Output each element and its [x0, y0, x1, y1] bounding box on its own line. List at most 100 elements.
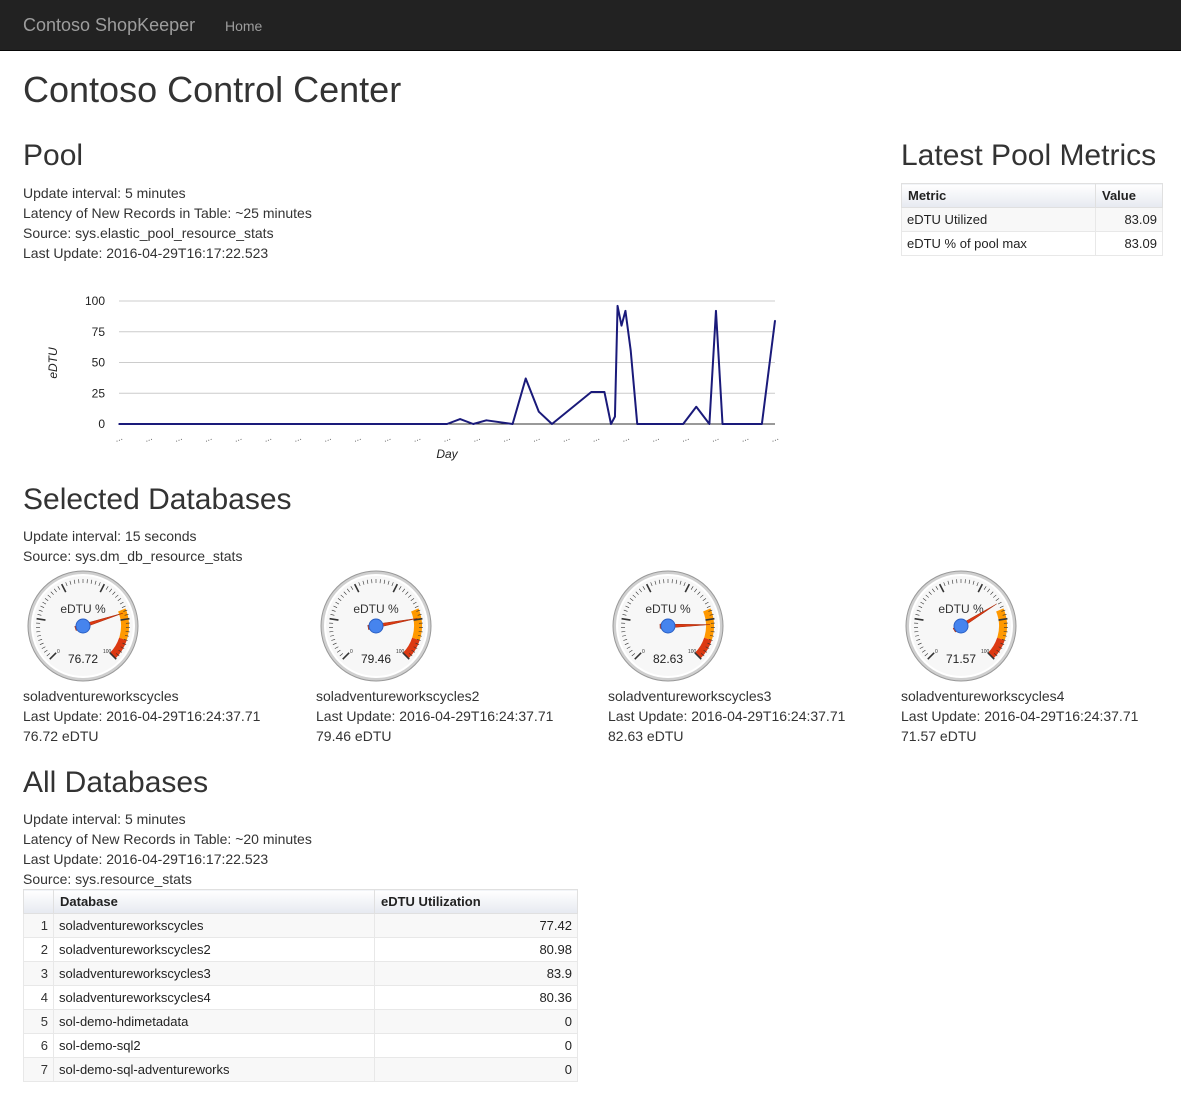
gauge-max-label: 100 — [103, 649, 112, 655]
navbar: Contoso ShopKeeper Home — [0, 0, 1181, 51]
selected-info-line: Source: sys.dm_db_resource_stats — [23, 548, 243, 564]
table-row[interactable]: 6 sol-demo-sql2 0 — [23, 1033, 578, 1058]
table-row[interactable]: 1 soladventureworkscycles 77.42 — [23, 913, 578, 938]
gauge-caption: soladventureworkscycles4 Last Update: 20… — [901, 686, 1181, 746]
column-header-edtu[interactable]: eDTU Utilization — [374, 889, 578, 914]
data-point — [524, 377, 527, 380]
selected-info-line: Update interval: 15 seconds — [23, 528, 197, 544]
pool-info-line: Last Update: 2016-04-29T16:17:22.523 — [23, 245, 269, 261]
edtu-cell: 77.42 — [374, 913, 578, 938]
latest-metrics-table: Metric Value eDTU Utilized 83.09 eDTU % … — [901, 183, 1163, 256]
x-tick-label: ... — [531, 432, 541, 444]
y-tick-label: 25 — [92, 386, 106, 400]
pool-info-line: Source: sys.elastic_pool_resource_stats — [23, 225, 274, 241]
data-point — [669, 423, 671, 425]
data-point — [643, 423, 645, 425]
column-header-index[interactable] — [23, 889, 54, 914]
data-point — [551, 423, 553, 425]
edtu-cell: 0 — [374, 1009, 578, 1034]
column-header-database[interactable]: Database — [53, 889, 375, 914]
data-point — [636, 423, 639, 425]
data-point — [761, 423, 763, 425]
data-point — [708, 423, 711, 425]
database-name-cell: sol-demo-hdimetadata — [53, 1009, 375, 1034]
data-point — [774, 319, 776, 322]
latest-metrics-heading: Latest Pool Metrics — [901, 139, 1157, 172]
row-index: 2 — [23, 937, 54, 962]
x-tick-label: ... — [262, 432, 272, 444]
all-info-line: Last Update: 2016-04-29T16:17:22.523 — [23, 851, 269, 867]
pool-info-line: Update interval: 5 minutes — [23, 185, 186, 201]
edtu-cell: 80.36 — [374, 985, 578, 1010]
y-tick-label: 0 — [98, 417, 105, 431]
series-line — [119, 304, 776, 425]
column-header-value[interactable]: Value — [1095, 183, 1163, 208]
gauge-value-label: 82.63 — [653, 652, 683, 666]
pool-heading: Pool — [23, 139, 84, 172]
table-header-row: Database eDTU Utilization — [23, 889, 578, 914]
data-point — [682, 423, 684, 425]
gauge-pivot — [660, 618, 676, 634]
metric-value: 83.09 — [1095, 207, 1163, 232]
gauge-pivot — [953, 618, 969, 634]
row-index: 6 — [23, 1033, 54, 1058]
gauge-caption: soladventureworkscycles Last Update: 201… — [23, 686, 313, 746]
table-row[interactable]: 7 sol-demo-sql-adventureworks 0 — [23, 1057, 578, 1082]
gauge-min-label: 0 — [642, 649, 645, 655]
selected-info: Update interval: 15 seconds Source: sys.… — [23, 526, 242, 566]
edtu-cell: 0 — [374, 1033, 578, 1058]
gauge-max-label: 100 — [981, 649, 990, 655]
all-databases-table: Database eDTU Utilization 1 soladventure… — [23, 889, 578, 1082]
gauge-title: eDTU % — [645, 602, 691, 616]
x-tick-label: ... — [143, 432, 153, 444]
table-row[interactable]: 5 sol-demo-hdimetadata 0 — [23, 1009, 578, 1034]
table-row[interactable]: 2 soladventureworkscycles2 80.98 — [23, 937, 578, 962]
gauge-title: eDTU % — [60, 602, 106, 616]
database-name-cell: soladventureworkscycles4 — [53, 985, 375, 1010]
gauge-card: 0 100 eDTU % 71.57 soladventureworkscycles4… — [901, 568, 1181, 748]
data-point — [747, 423, 750, 425]
column-header-metric[interactable]: Metric — [901, 183, 1096, 208]
edtu-value: 71.57 eDTU — [901, 728, 977, 744]
data-point — [629, 349, 632, 351]
x-tick-label: ... — [620, 432, 630, 444]
pool-info: Update interval: 5 minutes Latency of Ne… — [23, 183, 312, 263]
x-tick-label: ... — [113, 432, 123, 444]
selected-databases-heading: Selected Databases — [23, 483, 292, 516]
last-update: Last Update: 2016-04-29T16:24:37.71 — [316, 708, 554, 724]
database-name-cell: soladventureworkscycles2 — [53, 937, 375, 962]
row-index: 3 — [23, 961, 54, 986]
data-point — [624, 310, 627, 312]
x-tick-label: ... — [352, 432, 362, 444]
gauge-min-label: 0 — [57, 649, 60, 655]
x-tick-label: ... — [411, 432, 421, 444]
x-tick-label: ... — [561, 432, 571, 444]
data-point — [511, 423, 514, 425]
page-title: Contoso Control Center — [23, 69, 402, 110]
table-row[interactable]: 3 soladventureworkscycles3 83.9 — [23, 961, 578, 986]
gauge-pivot — [368, 618, 384, 634]
data-point — [695, 405, 698, 408]
gauge-title: eDTU % — [353, 602, 399, 616]
table-row[interactable]: 4 soladventureworkscycles4 80.36 — [23, 985, 578, 1010]
gauge-caption: soladventureworkscycles3 Last Update: 20… — [608, 686, 898, 746]
data-point — [538, 410, 540, 413]
all-info-line: Latency of New Records in Table: ~20 min… — [23, 831, 312, 847]
edtu-value: 79.46 eDTU — [316, 728, 392, 744]
database-name-cell: sol-demo-sql2 — [53, 1033, 375, 1058]
x-tick-label: ... — [292, 432, 302, 444]
gauge-card: 0 100 eDTU % 79.46 soladventureworkscycles2… — [316, 568, 606, 748]
all-databases-heading: All Databases — [23, 766, 209, 799]
nav-home-link[interactable]: Home — [225, 16, 262, 36]
data-point — [118, 423, 120, 425]
edtu-value: 82.63 eDTU — [608, 728, 684, 744]
data-point — [715, 310, 717, 312]
last-update: Last Update: 2016-04-29T16:24:37.71 — [901, 708, 1139, 724]
x-tick-label: ... — [233, 432, 243, 444]
brand-link[interactable]: Contoso ShopKeeper — [23, 14, 195, 36]
database-name-cell: sol-demo-sql-adventureworks — [53, 1057, 375, 1082]
database-name: soladventureworkscycles2 — [316, 688, 480, 704]
data-point — [485, 419, 488, 422]
x-tick-label: ... — [739, 432, 749, 444]
row-index: 1 — [23, 913, 54, 938]
